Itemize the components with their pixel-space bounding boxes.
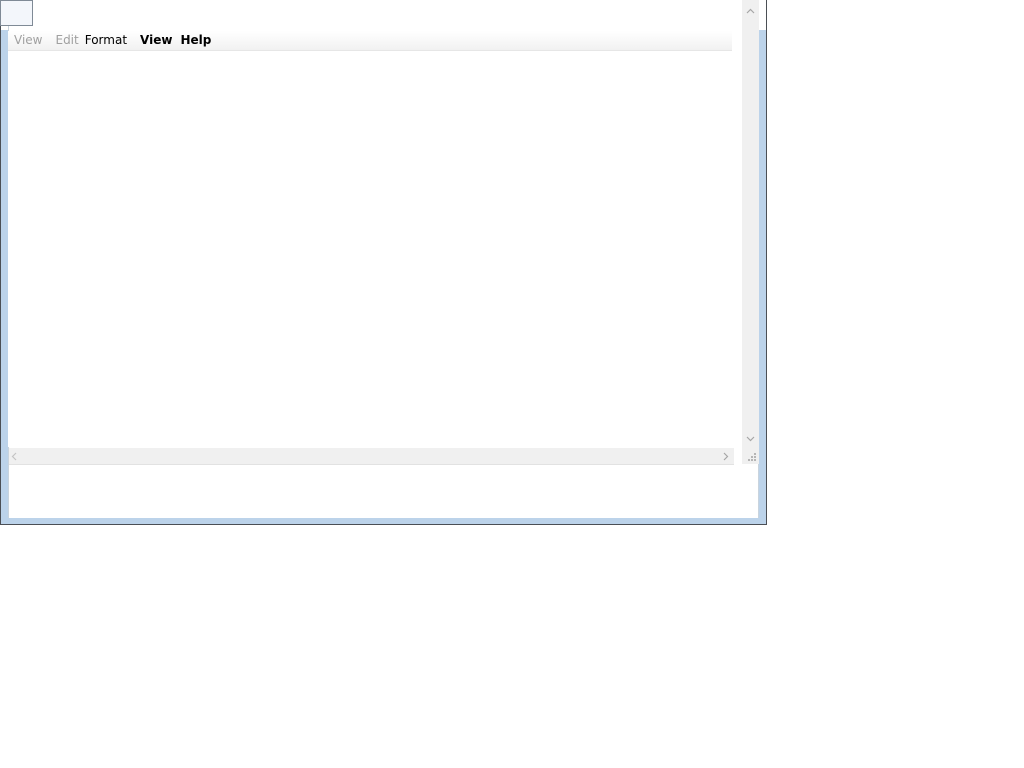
window-icon-box[interactable] (0, 0, 33, 26)
menu-item-view[interactable]: View (133, 31, 178, 50)
chevron-left-icon[interactable] (9, 448, 19, 464)
chevron-up-icon[interactable] (742, 2, 759, 19)
chevron-down-icon[interactable] (742, 430, 759, 447)
resize-grip-icon[interactable] (742, 448, 759, 464)
menu-item-help[interactable]: Help (178, 31, 217, 50)
vertical-scrollbar[interactable] (742, 0, 759, 448)
menu-item-view-disabled[interactable]: View (8, 31, 48, 50)
menu-item-edit[interactable]: Edit (48, 31, 80, 50)
horizontal-scrollbar[interactable] (9, 448, 734, 465)
text-editor[interactable] (8, 51, 732, 447)
chevron-right-icon[interactable] (718, 448, 734, 464)
menu-item-format[interactable]: Format (81, 31, 133, 50)
status-area (9, 465, 751, 517)
menu-bar: View Edit Format View Help (8, 31, 732, 51)
